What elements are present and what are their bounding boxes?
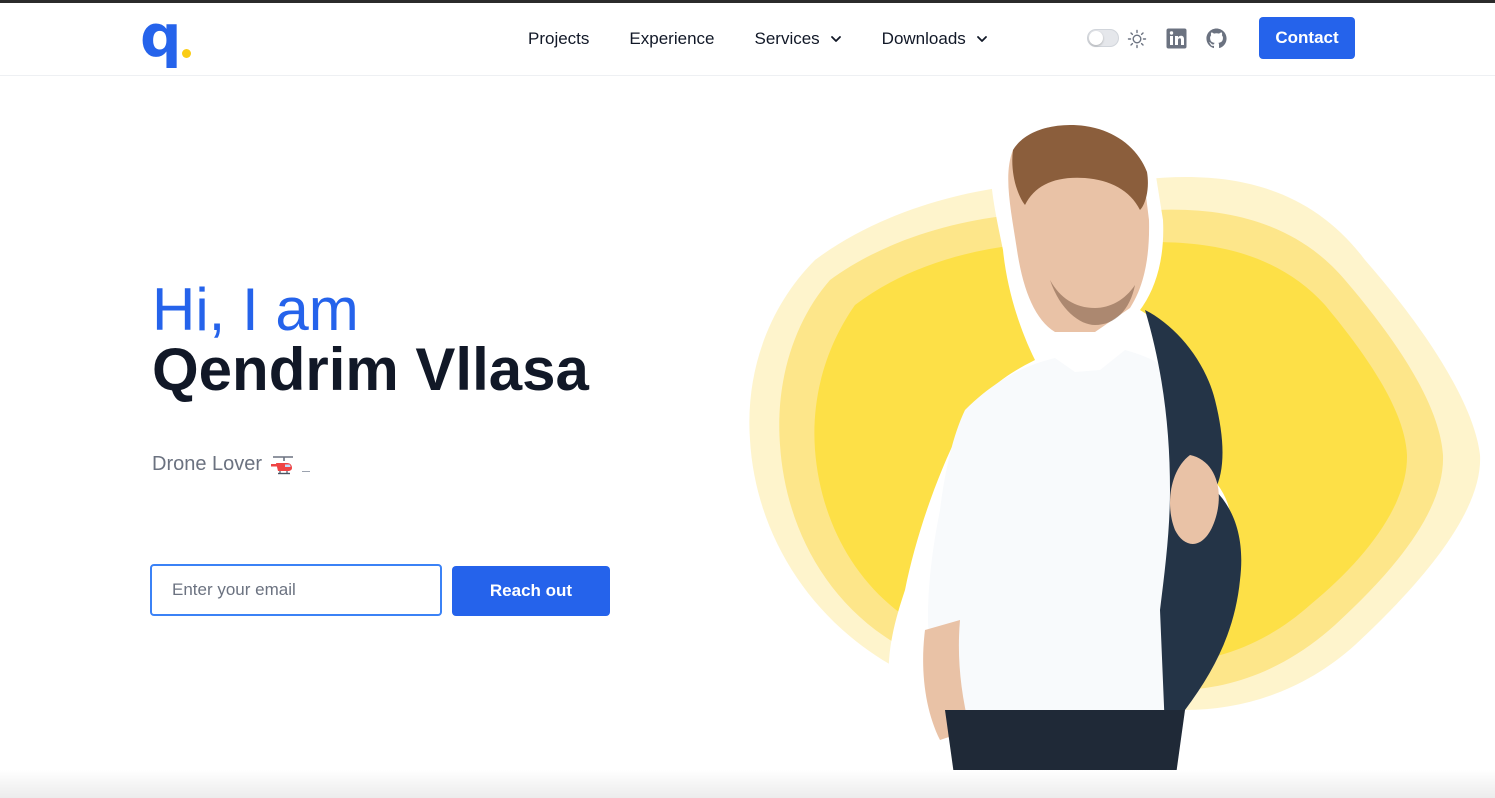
portrait-image xyxy=(749,113,1481,782)
nav-item-projects[interactable]: Projects xyxy=(528,29,589,49)
hero-tagline: Drone Lover xyxy=(152,453,311,476)
nav-item-label: Projects xyxy=(528,29,590,48)
nav-item-label: Downloads xyxy=(881,29,966,48)
chevron-down-icon xyxy=(830,36,841,42)
email-input[interactable] xyxy=(150,564,442,616)
helicopter-icon xyxy=(271,455,294,474)
main-nav: Projects Experience Services Downloads xyxy=(528,3,1028,75)
logo-dot xyxy=(182,49,191,58)
chevron-down-icon xyxy=(976,36,987,42)
nav-item-downloads[interactable]: Downloads xyxy=(882,29,988,49)
hero-name: Qendrim Vllasa xyxy=(152,336,589,403)
hero-greeting: Hi, I am xyxy=(152,276,359,343)
sun-icon xyxy=(1127,29,1147,49)
theme-toggle[interactable] xyxy=(1087,29,1119,47)
typing-cursor xyxy=(302,471,311,472)
toggle-knob xyxy=(1089,31,1103,45)
tagline-text: Drone Lover xyxy=(152,453,263,475)
site-header: q Projects Experience Services Downloads xyxy=(0,3,1495,76)
nav-item-experience[interactable]: Experience xyxy=(629,29,714,49)
nav-item-label: Experience xyxy=(629,29,715,48)
reach-out-button[interactable]: Reach out xyxy=(452,566,610,616)
bottom-edge xyxy=(0,770,1495,798)
nav-item-services[interactable]: Services xyxy=(754,29,841,49)
linkedin-icon[interactable] xyxy=(1166,28,1187,49)
nav-item-label: Services xyxy=(754,29,820,48)
logo-letter: q xyxy=(140,2,182,70)
contact-button[interactable]: Contact xyxy=(1259,17,1355,59)
github-icon[interactable] xyxy=(1206,28,1227,49)
logo[interactable]: q xyxy=(140,7,196,77)
